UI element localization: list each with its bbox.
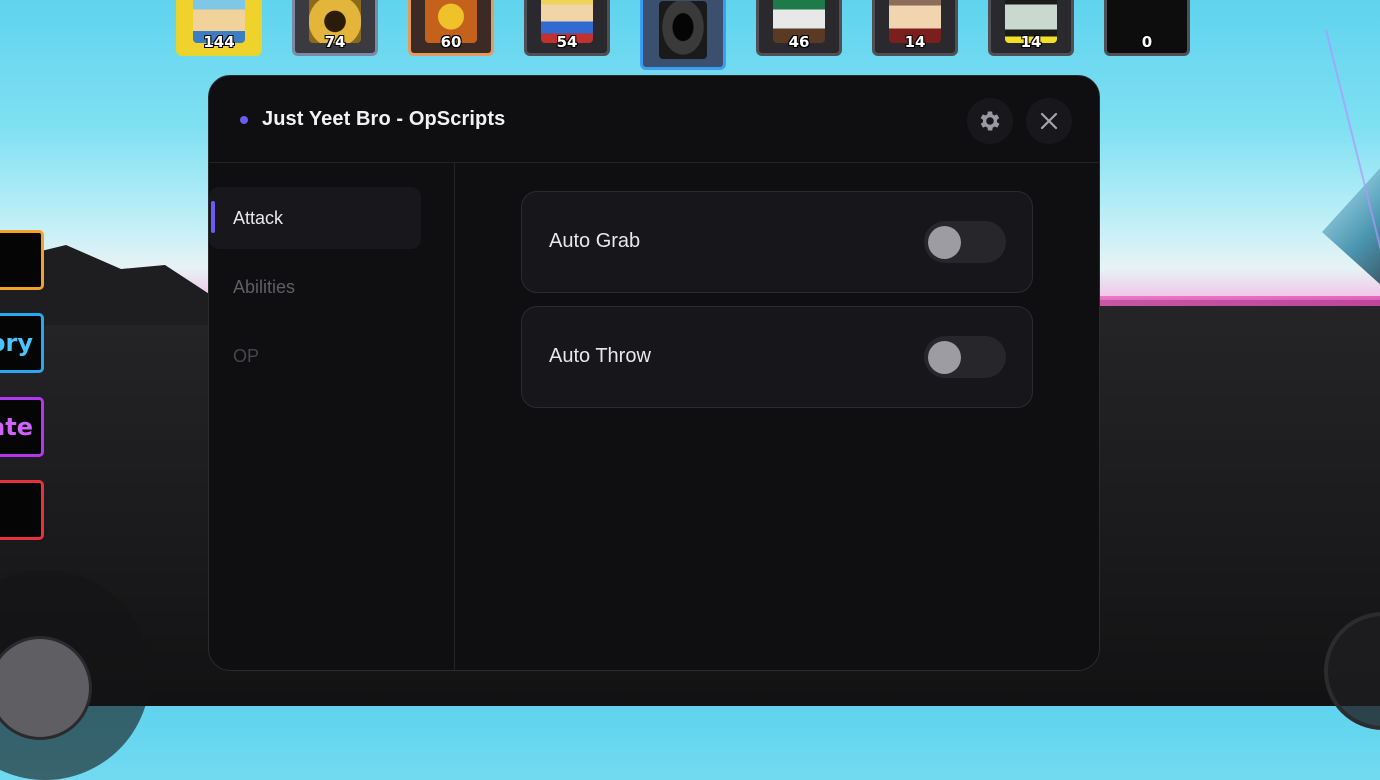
sidebar-item-attack[interactable]: Attack [209, 187, 421, 249]
side-button-4[interactable] [0, 480, 44, 540]
player-slot-4[interactable]: 54 [524, 0, 610, 56]
side-button-2-label: ory [0, 329, 33, 357]
player-count: 46 [788, 33, 810, 51]
gear-icon [980, 111, 1000, 131]
side-button-2[interactable]: ory [0, 313, 44, 373]
player-slot-3[interactable]: 60 [408, 0, 494, 56]
player-count: 144 [203, 33, 235, 51]
close-button[interactable] [1026, 98, 1072, 144]
panel-header[interactable]: Just Yeet Bro - OpScripts [209, 76, 1099, 163]
sidebar-item-label: Abilities [233, 276, 296, 297]
player-slot-9[interactable]: 0 [1104, 0, 1190, 56]
hooded-avatar-icon [659, 1, 707, 59]
close-icon [1040, 112, 1058, 130]
toggle-card-auto-grab: Auto Grab [521, 191, 1033, 293]
player-slot-6[interactable]: 46 [756, 0, 842, 56]
side-button-1[interactable] [0, 230, 44, 290]
sidebar: Attack Abilities OP [209, 163, 455, 670]
side-button-3[interactable]: ate [0, 397, 44, 457]
title-dot [240, 116, 248, 124]
player-count: 14 [904, 33, 926, 51]
sidebar-item-label: OP [233, 345, 260, 366]
player-slot-7[interactable]: 14 [872, 0, 958, 56]
player-slot-5[interactable] [640, 0, 726, 70]
player-slot-1[interactable]: 144 [176, 0, 262, 56]
player-slot-8[interactable]: 14 [988, 0, 1074, 56]
settings-button[interactable] [967, 98, 1013, 144]
player-slot-2[interactable]: 74 [292, 0, 378, 56]
player-count: 0 [1141, 33, 1153, 51]
player-count: 54 [556, 33, 578, 51]
toggle-knob [928, 341, 961, 374]
panel-title: Just Yeet Bro - OpScripts [262, 108, 506, 130]
player-count: 14 [1020, 33, 1042, 51]
player-count: 60 [440, 33, 462, 51]
auto-throw-toggle[interactable] [924, 336, 1006, 378]
toggle-card-auto-throw: Auto Throw [521, 306, 1033, 408]
toggle-label: Auto Grab [549, 230, 641, 252]
sidebar-item-op[interactable]: OP [209, 325, 421, 387]
player-count: 74 [324, 33, 346, 51]
sidebar-item-label: Attack [233, 207, 284, 228]
game-crystal [1322, 155, 1380, 295]
auto-grab-toggle[interactable] [924, 221, 1006, 263]
script-panel: Just Yeet Bro - OpScripts Attack Abiliti… [208, 75, 1100, 671]
toggle-label: Auto Throw [549, 345, 651, 367]
sidebar-item-abilities[interactable]: Abilities [209, 256, 421, 318]
toggle-knob [928, 226, 961, 259]
side-button-3-label: ate [0, 413, 33, 441]
